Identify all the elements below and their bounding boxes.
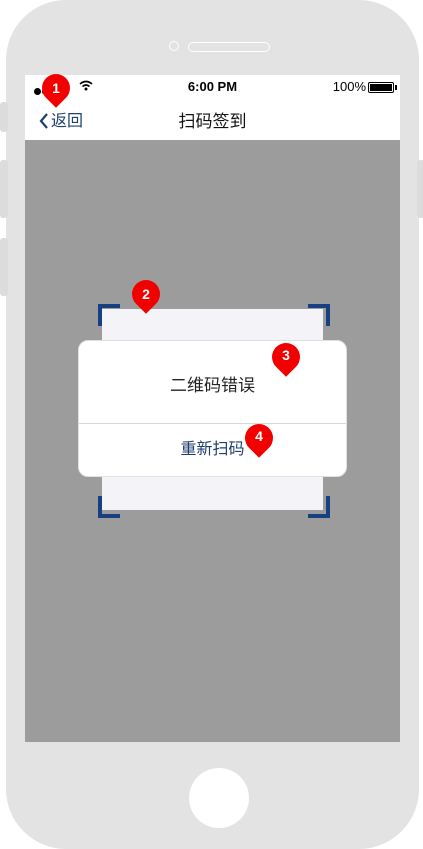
scan-corner-top-left [98, 304, 120, 326]
battery-percent: 100% [332, 79, 366, 94]
front-camera [169, 41, 179, 51]
error-dialog: 二维码错误 重新扫码 [78, 340, 347, 477]
page-title: 扫码签到 [178, 112, 247, 131]
volume-up-button [0, 160, 8, 218]
dialog-message: 二维码错误 [170, 376, 255, 395]
navigation-bar: 返回 扫码签到 [25, 97, 400, 140]
mute-switch [0, 102, 8, 132]
annotation-marker-4-label: 4 [255, 428, 263, 444]
power-button [417, 160, 423, 218]
annotation-marker-3-label: 3 [282, 347, 290, 363]
rescan-button[interactable]: 重新扫码 [79, 424, 346, 476]
home-button[interactable] [189, 768, 249, 828]
annotation-marker-2-label: 2 [142, 286, 150, 302]
scan-corner-top-right [308, 304, 330, 326]
screen: 6:00 PM 100% 返回 扫码签到 二维码错误 重新扫码 [25, 75, 400, 742]
status-bar: 6:00 PM 100% [25, 75, 400, 97]
battery-icon [368, 82, 397, 93]
volume-down-button [0, 238, 8, 296]
annotation-marker-1-label: 1 [52, 80, 60, 96]
scan-corner-bottom-right [308, 496, 330, 518]
earpiece-speaker [188, 42, 270, 52]
scan-corner-bottom-left [98, 496, 120, 518]
